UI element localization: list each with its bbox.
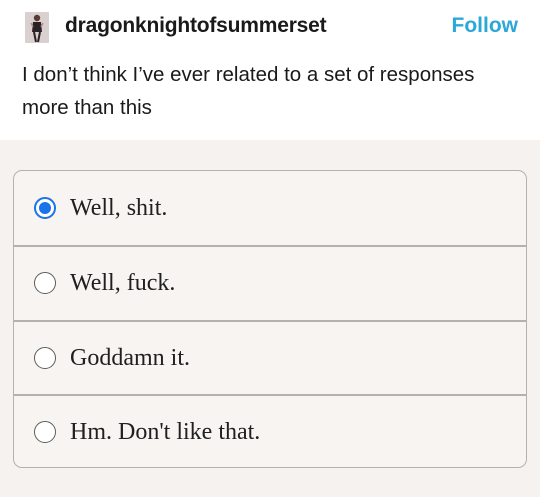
poll-option-label: Goddamn it. bbox=[70, 344, 190, 371]
post-header: dragonknightofsummerset Follow bbox=[0, 0, 540, 52]
poll-option-label: Hm. Don't like that. bbox=[70, 418, 261, 445]
poll-option-2[interactable]: Well, fuck. bbox=[14, 246, 526, 320]
post-text: I don’t think I’ve ever related to a set… bbox=[22, 63, 475, 119]
poll-option-label: Well, shit. bbox=[70, 194, 168, 221]
poll-option-4[interactable]: Hm. Don't like that. bbox=[14, 395, 526, 467]
poll-area: Well, shit. Well, fuck. Goddamn it. Hm. … bbox=[0, 140, 540, 497]
radio-button[interactable] bbox=[34, 421, 56, 443]
radio-button-checked[interactable] bbox=[34, 197, 56, 219]
avatar[interactable] bbox=[25, 12, 49, 43]
poll-option-label: Well, fuck. bbox=[70, 269, 176, 296]
radio-button[interactable] bbox=[34, 272, 56, 294]
username[interactable]: dragonknightofsummerset bbox=[65, 13, 327, 39]
poll-option-3[interactable]: Goddamn it. bbox=[14, 321, 526, 395]
poll: Well, shit. Well, fuck. Goddamn it. Hm. … bbox=[13, 170, 527, 468]
follow-button[interactable]: Follow bbox=[452, 13, 519, 39]
radio-button[interactable] bbox=[34, 347, 56, 369]
poll-option-1[interactable]: Well, shit. bbox=[14, 171, 526, 245]
